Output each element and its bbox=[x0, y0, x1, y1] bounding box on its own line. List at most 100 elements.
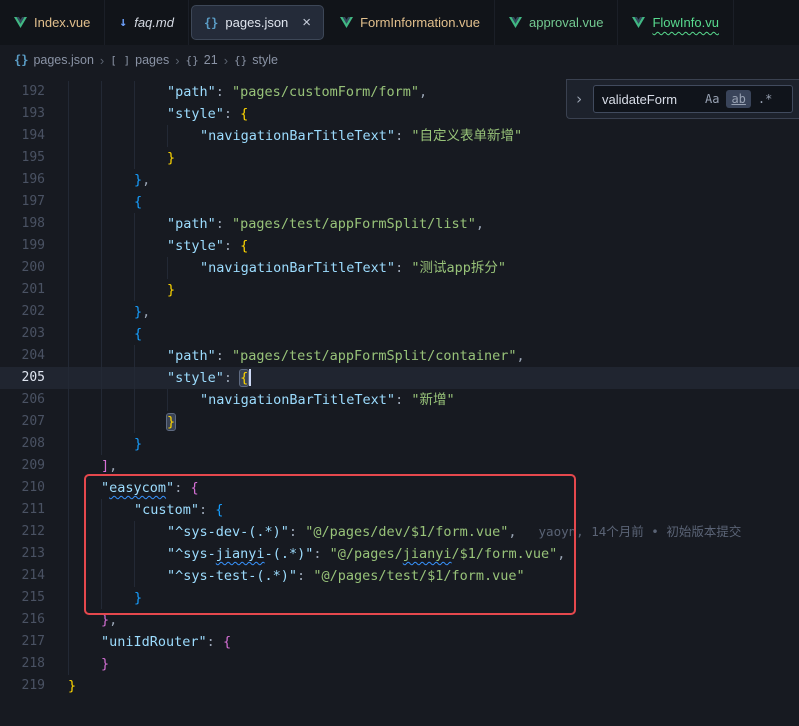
indent-guide bbox=[68, 301, 101, 323]
code-line-209[interactable]: 209], bbox=[0, 455, 799, 477]
line-number[interactable]: 206 bbox=[0, 389, 45, 411]
tab-pages-json[interactable]: {}pages.json× bbox=[191, 5, 324, 40]
line-number[interactable]: 210 bbox=[0, 477, 45, 499]
indent-guide bbox=[101, 323, 134, 345]
code-line-214[interactable]: 214"^sys-test-(.*)": "@/pages/test/$1/fo… bbox=[0, 565, 799, 587]
code-line-196[interactable]: 196}, bbox=[0, 169, 799, 191]
regex-button[interactable]: .* bbox=[753, 90, 777, 108]
indent-guide bbox=[68, 147, 101, 169]
indent-guide bbox=[134, 345, 167, 367]
code-text: } bbox=[68, 675, 76, 697]
json-icon: {} bbox=[14, 53, 28, 67]
line-number[interactable]: 197 bbox=[0, 191, 45, 213]
line-number[interactable]: 219 bbox=[0, 675, 45, 697]
tab-label: FormInformation.vue bbox=[360, 15, 480, 30]
breadcrumb: {}pages.json›[ ]pages›{}21›{}style bbox=[0, 45, 799, 75]
line-number[interactable]: 214 bbox=[0, 565, 45, 587]
line-number[interactable]: 213 bbox=[0, 543, 45, 565]
code-line-216[interactable]: 216}, bbox=[0, 609, 799, 631]
line-number[interactable]: 202 bbox=[0, 301, 45, 323]
code-text: "path": "pages/test/appFormSplit/contain… bbox=[167, 345, 525, 367]
line-number[interactable]: 216 bbox=[0, 609, 45, 631]
indent-guide bbox=[134, 543, 167, 565]
indent-guide bbox=[68, 455, 101, 477]
line-number[interactable]: 201 bbox=[0, 279, 45, 301]
line-number[interactable]: 218 bbox=[0, 653, 45, 675]
breadcrumb-item-pages[interactable]: [ ]pages bbox=[110, 53, 169, 67]
code-line-207[interactable]: 207} bbox=[0, 411, 799, 433]
breadcrumb-item-pages-json[interactable]: {}pages.json bbox=[14, 53, 94, 67]
vue-icon bbox=[340, 17, 353, 28]
indent-guide bbox=[134, 213, 167, 235]
code-line-201[interactable]: 201} bbox=[0, 279, 799, 301]
code-line-212[interactable]: 212"^sys-dev-(.*)": "@/pages/dev/$1/form… bbox=[0, 521, 799, 543]
code-line-204[interactable]: 204 "path": "pages/test/appFormSplit/cont… bbox=[0, 345, 799, 367]
code-text: "path": "pages/test/appFormSplit/list", bbox=[167, 213, 484, 235]
line-number[interactable]: 209 bbox=[0, 455, 45, 477]
line-number[interactable]: 212 bbox=[0, 521, 45, 543]
markdown-icon: ↓ bbox=[119, 15, 127, 30]
line-number[interactable]: 215 bbox=[0, 587, 45, 609]
code-line-197[interactable]: 197{ bbox=[0, 191, 799, 213]
line-number[interactable]: 192 bbox=[0, 81, 45, 103]
indent-guide bbox=[68, 653, 101, 675]
line-number[interactable]: 205 bbox=[0, 367, 45, 389]
code-line-217[interactable]: 217"uniIdRouter": { bbox=[0, 631, 799, 653]
line-number[interactable]: 207 bbox=[0, 411, 45, 433]
breadcrumb-label: pages bbox=[135, 53, 169, 67]
tab-index-vue[interactable]: Index.vue bbox=[0, 0, 105, 45]
find-input-box[interactable]: Aa ab .* bbox=[593, 85, 793, 113]
line-number[interactable]: 195 bbox=[0, 147, 45, 169]
line-number[interactable]: 200 bbox=[0, 257, 45, 279]
line-number[interactable]: 199 bbox=[0, 235, 45, 257]
match-case-button[interactable]: Aa bbox=[700, 90, 724, 108]
indent-guide bbox=[101, 565, 134, 587]
code-line-218[interactable]: 218} bbox=[0, 653, 799, 675]
code-line-200[interactable]: 200"navigationBarTitleText": "测试app拆分" bbox=[0, 257, 799, 279]
code-line-202[interactable]: 202}, bbox=[0, 301, 799, 323]
code-line-198[interactable]: 198 "path": "pages/test/appFormSplit/list… bbox=[0, 213, 799, 235]
tab-faq-md[interactable]: ↓faq.md bbox=[105, 0, 189, 45]
line-number[interactable]: 208 bbox=[0, 433, 45, 455]
line-number[interactable]: 204 bbox=[0, 345, 45, 367]
indent-guide bbox=[68, 631, 101, 653]
code-line-208[interactable]: 208} bbox=[0, 433, 799, 455]
whole-word-button[interactable]: ab bbox=[726, 90, 750, 108]
code-line-210[interactable]: 210 "easycom": { bbox=[0, 477, 799, 499]
vue-icon bbox=[14, 17, 27, 28]
code-text: "easycom": { bbox=[101, 477, 199, 499]
line-number[interactable]: 193 bbox=[0, 103, 45, 125]
code-line-206[interactable]: 206"navigationBarTitleText": "新增" bbox=[0, 389, 799, 411]
line-number[interactable]: 217 bbox=[0, 631, 45, 653]
line-number[interactable]: 196 bbox=[0, 169, 45, 191]
indent-guide bbox=[101, 345, 134, 367]
line-number[interactable]: 211 bbox=[0, 499, 45, 521]
indent-guide bbox=[68, 543, 101, 565]
indent-guide bbox=[167, 389, 200, 411]
close-icon[interactable]: × bbox=[302, 15, 311, 30]
find-query-input[interactable] bbox=[602, 92, 698, 107]
line-number[interactable]: 198 bbox=[0, 213, 45, 235]
breadcrumb-item-style[interactable]: {}style bbox=[234, 53, 278, 67]
indent-guide bbox=[68, 367, 101, 389]
code-line-205[interactable]: 205"style": { bbox=[0, 367, 799, 389]
find-widget: › Aa ab .* bbox=[566, 79, 799, 119]
line-number[interactable]: 203 bbox=[0, 323, 45, 345]
tab-forminformation-vue[interactable]: FormInformation.vue bbox=[326, 0, 495, 45]
code-line-211[interactable]: 211"custom": { bbox=[0, 499, 799, 521]
code-line-213[interactable]: 213"^sys-jianyi-(.*)": "@/pages/jianyi/$… bbox=[0, 543, 799, 565]
code-text: { bbox=[134, 323, 142, 345]
breadcrumb-item-21[interactable]: {}21 bbox=[186, 53, 218, 67]
breadcrumb-separator: › bbox=[224, 53, 228, 68]
code-line-203[interactable]: 203 { bbox=[0, 323, 799, 345]
indent-guide bbox=[134, 147, 167, 169]
code-line-194[interactable]: 194"navigationBarTitleText": "自定义表单新增" bbox=[0, 125, 799, 147]
code-line-215[interactable]: 215} bbox=[0, 587, 799, 609]
code-line-219[interactable]: 219} bbox=[0, 675, 799, 697]
line-number[interactable]: 194 bbox=[0, 125, 45, 147]
chevron-right-icon[interactable]: › bbox=[571, 90, 587, 108]
code-line-195[interactable]: 195} bbox=[0, 147, 799, 169]
tab-flowinfo-vu[interactable]: FlowInfo.vu bbox=[618, 0, 733, 45]
code-line-199[interactable]: 199"style": { bbox=[0, 235, 799, 257]
tab-approval-vue[interactable]: approval.vue bbox=[495, 0, 618, 45]
